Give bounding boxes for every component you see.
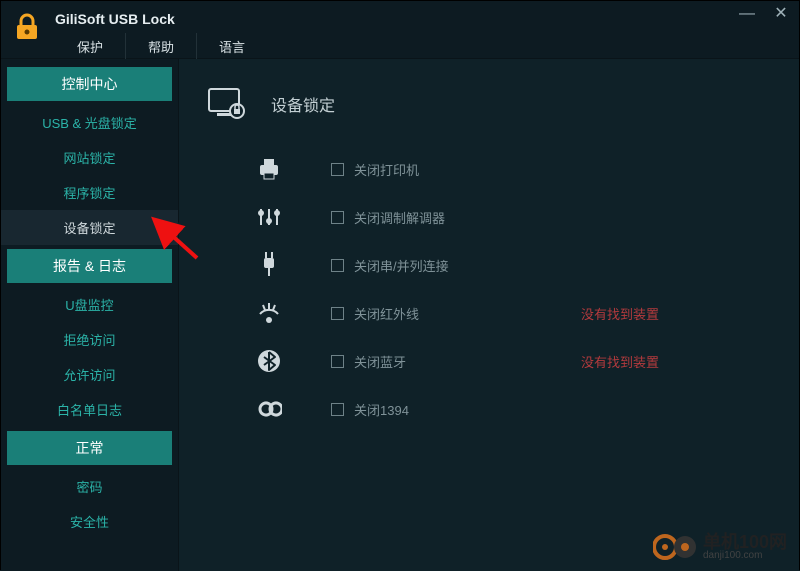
minimize-button[interactable]: — [739, 7, 755, 23]
sidebar-header-normal: 正常 [7, 431, 172, 465]
option-row-infrared: 关闭红外线 没有找到装置 [255, 289, 779, 337]
menubar: 保护 帮助 语言 [55, 33, 267, 60]
option-row-serial: 关闭串/并列连接 [255, 241, 779, 289]
option-label: 关闭打印机 [354, 160, 419, 179]
firewire-icon [255, 395, 283, 423]
infrared-icon [255, 299, 283, 327]
sidebar-item-usb-cd-lock[interactable]: USB & 光盘锁定 [1, 105, 178, 140]
warn-not-found: 没有找到装置 [581, 304, 659, 323]
sidebar: 控制中心 USB & 光盘锁定 网站锁定 程序锁定 设备锁定 报告 & 日志 U… [1, 59, 179, 571]
app-lock-icon [11, 11, 43, 43]
modem-icon [255, 203, 283, 231]
option-label: 关闭1394 [354, 400, 409, 419]
watermark-url: danji100.com [703, 551, 787, 561]
sidebar-item-program-lock[interactable]: 程序锁定 [1, 175, 178, 210]
checkbox-serial[interactable] [331, 259, 344, 272]
sidebar-item-usb-monitor[interactable]: U盘监控 [1, 287, 178, 322]
printer-icon [255, 155, 283, 183]
option-row-bluetooth: 关闭蓝牙 没有找到装置 [255, 337, 779, 385]
option-label: 关闭红外线 [354, 304, 419, 323]
option-row-1394: 关闭1394 [255, 385, 779, 433]
checkbox-bluetooth[interactable] [331, 355, 344, 368]
watermark-title: 单机100网 [703, 533, 787, 551]
menu-help[interactable]: 帮助 [126, 33, 197, 60]
plug-icon [255, 251, 283, 279]
warn-not-found: 没有找到装置 [581, 352, 659, 371]
checkbox-modem[interactable] [331, 211, 344, 224]
sidebar-item-allow-access[interactable]: 允许访问 [1, 357, 178, 392]
content-panel: 设备锁定 关闭打印机 关闭调制解调器 [179, 59, 799, 571]
option-label: 关闭串/并列连接 [354, 256, 449, 275]
option-label: 关闭蓝牙 [354, 352, 406, 371]
option-row-modem: 关闭调制解调器 [255, 193, 779, 241]
checkbox-1394[interactable] [331, 403, 344, 416]
checkbox-printer[interactable] [331, 163, 344, 176]
sidebar-item-whitelist-log[interactable]: 白名单日志 [1, 392, 178, 427]
sidebar-header-control: 控制中心 [7, 67, 172, 101]
watermark: 单机100网 danji100.com [653, 533, 787, 561]
sidebar-item-security[interactable]: 安全性 [1, 504, 178, 539]
sidebar-item-website-lock[interactable]: 网站锁定 [1, 140, 178, 175]
menu-protect[interactable]: 保护 [55, 33, 126, 60]
bluetooth-icon [255, 347, 283, 375]
sidebar-item-password[interactable]: 密码 [1, 469, 178, 504]
sidebar-item-deny-access[interactable]: 拒绝访问 [1, 322, 178, 357]
checkbox-infrared[interactable] [331, 307, 344, 320]
close-button[interactable]: ✕ [773, 7, 789, 23]
watermark-logo-icon [653, 533, 697, 561]
option-label: 关闭调制解调器 [354, 208, 445, 227]
device-lock-icon [207, 87, 249, 121]
sidebar-item-device-lock[interactable]: 设备锁定 [1, 210, 178, 245]
content-title: 设备锁定 [271, 92, 335, 116]
app-title: GiliSoft USB Lock [55, 11, 267, 27]
sidebar-header-reports: 报告 & 日志 [7, 249, 172, 283]
option-row-printer: 关闭打印机 [255, 145, 779, 193]
menu-language[interactable]: 语言 [197, 33, 267, 60]
